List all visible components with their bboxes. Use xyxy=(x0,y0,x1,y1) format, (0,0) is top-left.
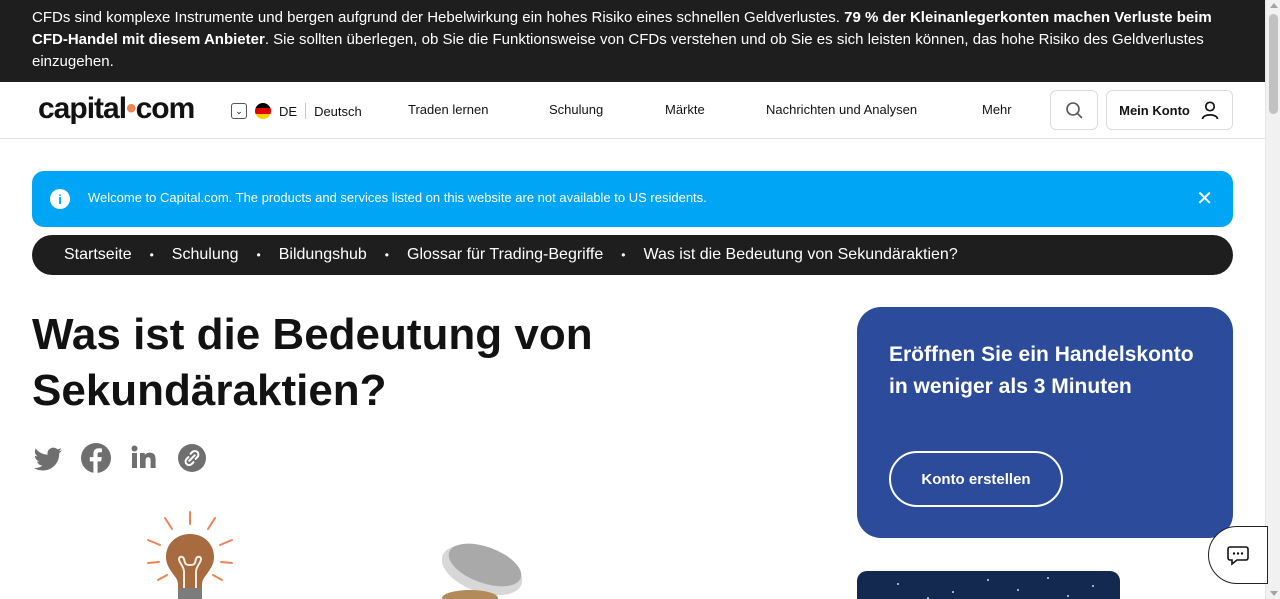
site-header: capital•com ⌄ DE Deutsch Traden lernen S… xyxy=(0,82,1265,139)
copy-link-icon[interactable] xyxy=(176,442,208,474)
info-icon: i xyxy=(50,189,70,209)
page-scrollbar[interactable] xyxy=(1265,0,1280,599)
lightbulb-illustration-icon xyxy=(147,511,233,599)
nav-maerkte[interactable]: Märkte xyxy=(665,102,705,117)
language-name: Deutsch xyxy=(314,103,362,119)
scroll-up-arrow-icon[interactable] xyxy=(1270,3,1278,8)
breadcrumb-startseite[interactable]: Startseite xyxy=(64,246,132,264)
my-account-button[interactable]: Mein Konto xyxy=(1106,90,1233,130)
coin-stack-illustration-icon xyxy=(441,543,523,599)
create-account-button[interactable]: Konto erstellen xyxy=(889,451,1063,507)
language-divider xyxy=(305,103,307,119)
scrollbar-thumb[interactable] xyxy=(1269,14,1278,114)
nav-schulung[interactable]: Schulung xyxy=(549,102,603,117)
nav-mehr[interactable]: Mehr xyxy=(982,102,1012,117)
breadcrumb-glossar[interactable]: Glossar für Trading-Begriffe xyxy=(407,246,603,264)
capital-com-logo[interactable]: capital•com xyxy=(38,92,195,126)
breadcrumb-schulung[interactable]: Schulung xyxy=(172,246,239,264)
market-card-image[interactable] xyxy=(857,571,1120,599)
breadcrumb-separator: • xyxy=(384,248,389,262)
language-selector[interactable]: ⌄ DE Deutsch xyxy=(231,102,362,120)
twitter-icon[interactable] xyxy=(32,442,64,474)
open-account-promo: Eröffnen Sie ein Handelskonto in weniger… xyxy=(857,307,1233,538)
page-title: Was ist die Bedeutung von Sekundäraktien… xyxy=(32,310,593,415)
breadcrumb-separator: • xyxy=(149,248,154,262)
breadcrumb-bildungshub[interactable]: Bildungshub xyxy=(279,246,367,264)
scroll-down-arrow-icon[interactable] xyxy=(1270,591,1278,596)
nav-nachrichten-und-analysen[interactable]: Nachrichten und Analysen xyxy=(766,102,917,117)
linkedin-icon[interactable] xyxy=(128,442,160,474)
breadcrumb-separator: • xyxy=(621,248,626,262)
breadcrumb-current-page: Was ist die Bedeutung von Sekundäraktien… xyxy=(643,246,958,263)
us-residents-notice: i Welcome to Capital.com. The products a… xyxy=(32,171,1233,227)
language-code: DE xyxy=(279,103,298,119)
chevron-down-icon: ⌄ xyxy=(231,103,247,119)
my-account-label: Mein Konto xyxy=(1119,102,1190,118)
facebook-icon[interactable] xyxy=(80,442,112,474)
breadcrumb: Startseite • Schulung • Bildungshub • Gl… xyxy=(32,235,1233,275)
notice-text: Welcome to Capital.com. The products and… xyxy=(88,190,707,205)
search-icon xyxy=(1066,102,1083,119)
chat-button[interactable] xyxy=(1208,526,1268,584)
risk-warning-banner: CFDs sind komplexe Instrumente und berge… xyxy=(0,0,1265,82)
chat-bubble-icon xyxy=(1227,546,1249,566)
germany-flag-icon xyxy=(255,103,271,119)
search-button[interactable] xyxy=(1050,90,1098,130)
promo-title: Eröffnen Sie ein Handelskonto in weniger… xyxy=(889,343,1194,398)
user-icon xyxy=(1201,101,1219,120)
risk-warning-text: CFDs sind komplexe Instrumente und berge… xyxy=(32,9,845,26)
breadcrumb-separator: • xyxy=(256,248,261,262)
close-icon[interactable]: ✕ xyxy=(1196,186,1213,211)
nav-traden-lernen[interactable]: Traden lernen xyxy=(408,102,488,117)
